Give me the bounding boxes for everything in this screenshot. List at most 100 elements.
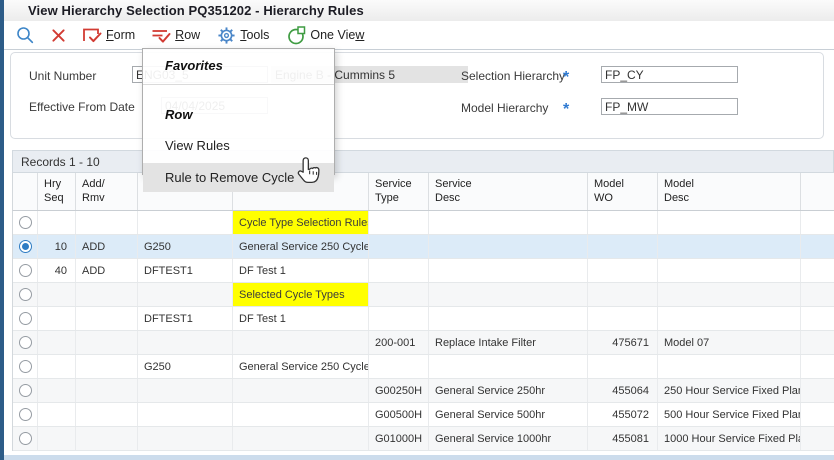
row-select-radio[interactable] — [13, 307, 38, 330]
cell-hry_seq: 40 — [38, 259, 76, 282]
row-select-radio[interactable] — [13, 235, 38, 258]
cell-hry_seq — [38, 211, 76, 234]
row-select-radio[interactable] — [13, 331, 38, 354]
cell-overflow — [801, 403, 834, 426]
form-exit-button[interactable]: Form — [78, 24, 138, 47]
table-row[interactable]: Selected Cycle Types — [13, 283, 834, 307]
cell-description — [233, 331, 369, 354]
table-row[interactable]: 40ADDDFTEST1DF Test 1 — [13, 259, 834, 283]
menu-item-view-rules[interactable]: View Rules — [143, 135, 334, 157]
cell-model_wo — [588, 259, 658, 282]
cell-service_type — [369, 259, 429, 282]
radio-icon[interactable] — [19, 432, 32, 445]
row-select-radio[interactable] — [13, 403, 38, 426]
cell-model_desc — [658, 259, 801, 282]
column-header-service_type[interactable]: ServiceType — [369, 173, 429, 210]
cell-add_rmv — [76, 307, 138, 330]
row-select-radio[interactable] — [13, 211, 38, 234]
cell-add_rmv — [76, 331, 138, 354]
cell-hry_seq: 10 — [38, 235, 76, 258]
cell-hry_seq — [38, 427, 76, 450]
cell-cycle_type — [138, 211, 233, 234]
row-select-radio[interactable] — [13, 283, 38, 306]
radio-icon[interactable] — [19, 216, 32, 229]
row-select-radio[interactable] — [13, 379, 38, 402]
model-hierarchy-label: Model Hierarchy — [461, 101, 548, 115]
column-header-service_desc[interactable]: ServiceDesc — [429, 173, 588, 210]
cell-model_desc: 1000 Hour Service Fixed Plant — [658, 427, 801, 450]
radio-icon[interactable] — [19, 264, 32, 277]
model-hierarchy-input[interactable] — [601, 98, 738, 115]
radio-icon[interactable] — [19, 312, 32, 325]
radio-icon[interactable] — [19, 288, 32, 301]
cell-description: Cycle Type Selection Rules — [233, 211, 369, 234]
cell-service_type — [369, 307, 429, 330]
one-view-button[interactable]: One View — [284, 24, 367, 47]
red-x-icon — [51, 28, 66, 43]
hand-cursor-icon — [296, 156, 322, 194]
cell-hry_seq — [38, 307, 76, 330]
row-exit-button[interactable]: Row — [147, 24, 203, 47]
cell-cycle_type: G250 — [138, 235, 233, 258]
row-select-radio[interactable] — [13, 355, 38, 378]
row-select-radio[interactable] — [13, 259, 38, 282]
pie-circle-icon — [287, 26, 306, 45]
cell-service_type — [369, 211, 429, 234]
table-row[interactable]: G00500HGeneral Service 500hr455072500 Ho… — [13, 403, 834, 427]
cell-description: DF Test 1 — [233, 307, 369, 330]
radio-icon[interactable] — [19, 384, 32, 397]
radio-selected-icon[interactable] — [19, 240, 32, 253]
cell-model_wo — [588, 355, 658, 378]
cell-service_type: G01000H — [369, 427, 429, 450]
grid-header-row: HrySeqAdd/RmvCycle TypeDescriptionServic… — [12, 172, 834, 211]
column-header-model_desc[interactable]: ModelDesc — [658, 173, 801, 210]
row-check-icon — [150, 26, 171, 45]
table-row[interactable]: DFTEST1DF Test 1 — [13, 307, 834, 331]
radio-icon[interactable] — [19, 336, 32, 349]
tools-button-label: Tools — [240, 28, 269, 42]
table-row[interactable]: G01000HGeneral Service 1000hr4550811000 … — [13, 427, 834, 451]
header-form-panel: Unit Number Engine B - Cummins 5 Effecti… — [10, 52, 824, 139]
window-left-frame — [0, 0, 4, 460]
cell-description — [233, 403, 369, 426]
cell-model_desc — [658, 211, 801, 234]
selection-hierarchy-input[interactable] — [601, 66, 738, 83]
row-select-radio[interactable] — [13, 427, 38, 450]
cell-add_rmv: ADD — [76, 259, 138, 282]
radio-icon[interactable] — [19, 360, 32, 373]
cell-service_desc — [429, 235, 588, 258]
cell-service_desc — [429, 307, 588, 330]
table-row[interactable]: Cycle Type Selection Rules — [13, 211, 834, 235]
selection-hierarchy-label: Selection Hierarchy — [461, 69, 565, 83]
cell-model_desc — [658, 283, 801, 306]
search-button[interactable] — [12, 23, 38, 47]
cell-description: Selected Cycle Types — [233, 283, 369, 306]
table-row[interactable]: G00250HGeneral Service 250hr455064250 Ho… — [13, 379, 834, 403]
tools-button[interactable]: Tools — [214, 24, 272, 47]
cell-overflow — [801, 307, 834, 330]
cell-service_desc: General Service 1000hr — [429, 427, 588, 450]
close-button[interactable] — [48, 26, 69, 45]
cell-model_wo — [588, 235, 658, 258]
cell-service_type — [369, 355, 429, 378]
records-count-label: Records 1 - 10 — [21, 155, 100, 169]
cell-model_wo: 475671 — [588, 331, 658, 354]
cell-hry_seq — [38, 331, 76, 354]
table-row[interactable]: 10ADDG250General Service 250 Cycle — [13, 235, 834, 259]
one-view-button-label: One View — [310, 28, 364, 42]
cell-service_desc — [429, 355, 588, 378]
table-row[interactable]: 200-001Replace Intake Filter475671Model … — [13, 331, 834, 355]
column-header-add_rmv[interactable]: Add/Rmv — [76, 173, 138, 210]
cell-overflow — [801, 283, 834, 306]
title-bar: View Hierarchy Selection PQ351202 - Hier… — [4, 0, 834, 21]
cell-description: General Service 250 Cycle — [233, 355, 369, 378]
cell-overflow — [801, 427, 834, 450]
column-header-model_wo[interactable]: ModelWO — [588, 173, 658, 210]
magnifier-icon — [15, 25, 35, 45]
column-header-hry_seq[interactable]: HrySeq — [38, 173, 76, 210]
form-exit-button-label: Form — [106, 28, 135, 42]
cell-cycle_type — [138, 403, 233, 426]
radio-icon[interactable] — [19, 408, 32, 421]
cell-hry_seq — [38, 283, 76, 306]
table-row[interactable]: G250General Service 250 Cycle — [13, 355, 834, 379]
